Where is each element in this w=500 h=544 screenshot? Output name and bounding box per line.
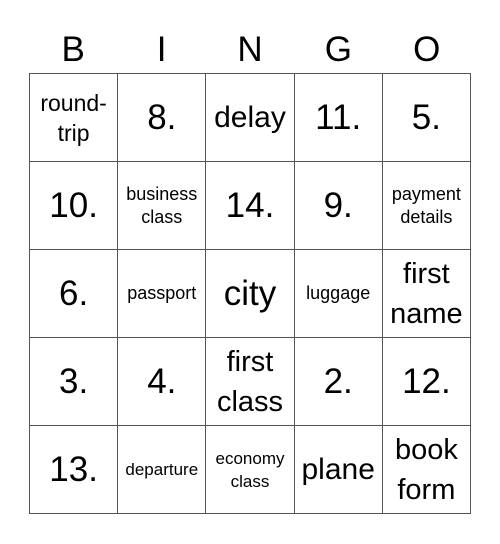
bingo-cell[interactable]: business class (118, 162, 207, 250)
cell-text: 10. (49, 185, 98, 225)
bingo-cell[interactable]: round-trip (30, 74, 119, 162)
cell-text: round-trip (40, 89, 107, 146)
bingo-cell[interactable]: 8. (118, 74, 207, 162)
cell-text: plane (301, 452, 375, 486)
bingo-cell[interactable]: 11. (294, 74, 383, 162)
cell-text: 8. (147, 97, 177, 137)
bingo-cell[interactable]: 3. (30, 338, 119, 426)
bingo-cell[interactable]: 14. (206, 162, 295, 250)
cell-text: payment details (391, 183, 461, 227)
cell-text: 5. (411, 97, 441, 137)
cell-text: passport (127, 283, 197, 303)
bingo-cell[interactable]: economy class (206, 426, 295, 514)
bingo-cell[interactable]: departure (118, 426, 207, 514)
cell-text: 2. (323, 361, 353, 401)
bingo-cell[interactable]: luggage (294, 250, 383, 338)
cell-text: departure (125, 460, 199, 479)
cell-text: 9. (323, 185, 353, 225)
cell-text: 11. (315, 97, 362, 137)
cell-text: 6. (58, 273, 89, 313)
bingo-cell[interactable]: 12. (382, 338, 471, 426)
bingo-cell[interactable]: 13. (30, 426, 119, 514)
cell-text: 12. (402, 361, 451, 401)
cell-text: book form (394, 433, 458, 506)
cell-text: city (223, 273, 277, 313)
cell-text: 13. (49, 449, 98, 489)
bingo-grid: round-trip 8. delay 11. 5. 10. business class 14… (29, 73, 471, 514)
header-letter-g: G (324, 30, 352, 69)
bingo-cell[interactable]: 10. (30, 162, 119, 250)
bingo-cell[interactable]: 6. (30, 250, 119, 338)
cell-text: first class (216, 345, 284, 418)
cell-text: first name (390, 257, 463, 330)
bingo-cell[interactable]: city (206, 250, 295, 338)
bingo-cell[interactable]: passport (118, 250, 207, 338)
cell-text: luggage (306, 283, 371, 303)
cell-text: 4. (147, 361, 177, 401)
cell-text: delay (214, 100, 286, 134)
header-letter-o: O (413, 30, 441, 69)
cell-text: 14. (225, 185, 275, 225)
bingo-cell[interactable]: 9. (294, 162, 383, 250)
cell-text: 3. (58, 361, 89, 401)
bingo-cell[interactable]: payment details (382, 162, 471, 250)
header-letter-n: N (237, 30, 263, 69)
bingo-cell[interactable]: plane (294, 426, 383, 514)
bingo-cell[interactable]: delay (206, 74, 295, 162)
header-letter-i: I (156, 30, 167, 69)
bingo-cell[interactable]: book form (382, 426, 471, 514)
cell-text: economy class (215, 448, 285, 491)
bingo-header: B I N G O (29, 26, 471, 74)
cell-text: business class (126, 183, 198, 227)
bingo-cell[interactable]: 4. (118, 338, 207, 426)
bingo-cell[interactable]: 2. (294, 338, 383, 426)
bingo-cell[interactable]: first class (206, 338, 295, 426)
header-letter-b: B (61, 30, 85, 69)
bingo-cell[interactable]: 5. (382, 74, 471, 162)
bingo-cell[interactable]: first name (382, 250, 471, 338)
